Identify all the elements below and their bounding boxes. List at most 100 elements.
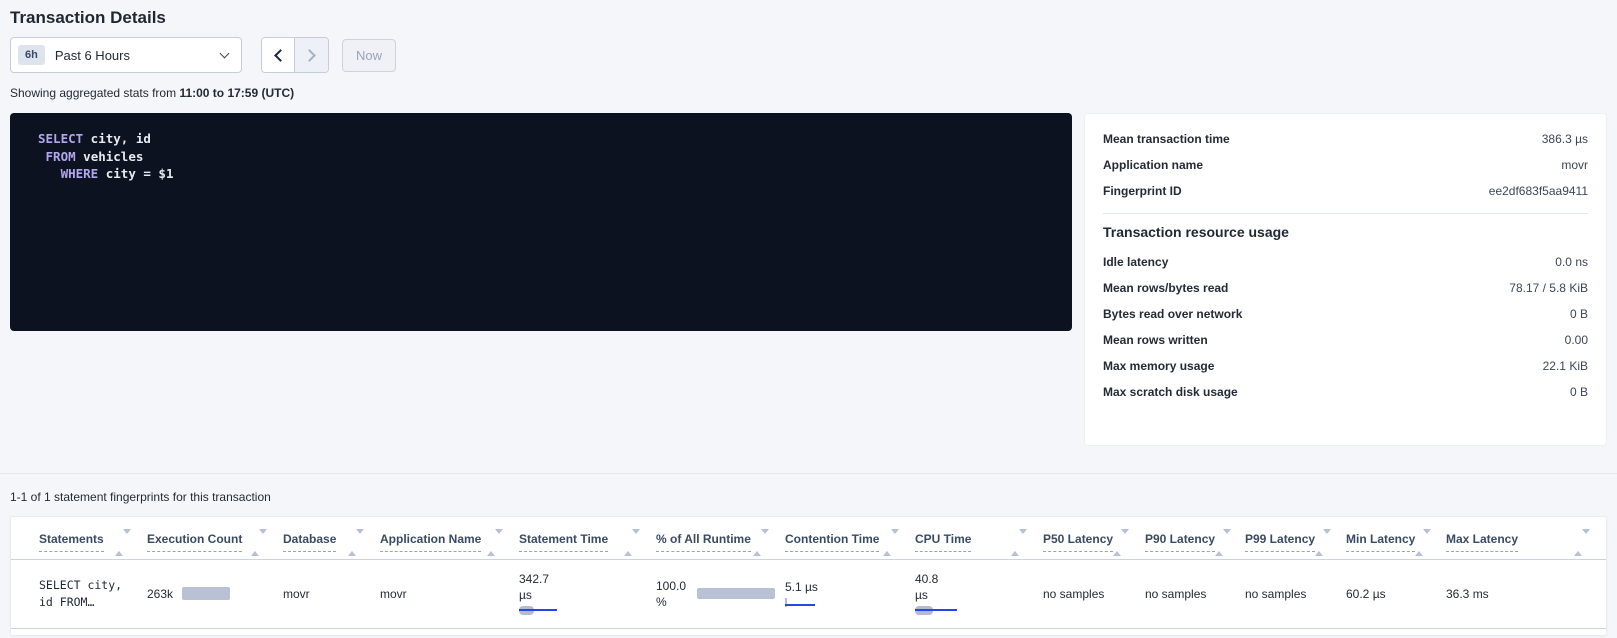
cell-statement-time: 342.7 µs bbox=[519, 560, 656, 629]
resource-row-idle-latency: Idle latency 0.0 ns bbox=[1103, 249, 1588, 275]
sql-line: SELECT city, id bbox=[38, 130, 1056, 148]
column-header-statement-time[interactable]: Statement Time bbox=[519, 517, 656, 560]
column-header-contention-time[interactable]: Contention Time bbox=[785, 517, 915, 560]
column-header-p50-latency[interactable]: P50 Latency bbox=[1043, 517, 1145, 560]
resource-value: 0.0 ns bbox=[1555, 255, 1588, 269]
statement-row: SELECT city, id FROM… 263k movr movr 342… bbox=[11, 560, 1606, 629]
aggregation-range-text: Showing aggregated stats from 11:00 to 1… bbox=[10, 86, 1607, 100]
percent-runtime-bar bbox=[697, 588, 775, 599]
resource-row-mean-rows-written: Mean rows written 0.00 bbox=[1103, 327, 1588, 353]
statements-table: Statements Execution Count Database Appl… bbox=[11, 517, 1606, 629]
resource-value: 0.00 bbox=[1565, 333, 1588, 347]
table-header-row: Statements Execution Count Database Appl… bbox=[11, 517, 1606, 560]
statements-table-card: Statements Execution Count Database Appl… bbox=[10, 516, 1607, 636]
sort-icon[interactable] bbox=[1415, 534, 1431, 552]
contention-time-bar bbox=[785, 598, 817, 608]
sort-icon[interactable] bbox=[1011, 534, 1027, 552]
column-header-percent-runtime[interactable]: % of All Runtime bbox=[656, 517, 785, 560]
execution-count-value: 263k bbox=[147, 587, 173, 601]
column-header-p90-latency[interactable]: P90 Latency bbox=[1145, 517, 1245, 560]
resource-value: 22.1 KiB bbox=[1543, 359, 1588, 373]
main-content-row: SELECT city, id FROM vehicles WHERE city… bbox=[10, 113, 1607, 446]
cell-statement-fingerprint[interactable]: SELECT city, id FROM… bbox=[11, 560, 147, 629]
page-title: Transaction Details bbox=[10, 0, 1607, 28]
column-header-statements[interactable]: Statements bbox=[11, 517, 147, 560]
resource-label: Max scratch disk usage bbox=[1103, 385, 1238, 399]
resource-label: Mean rows written bbox=[1103, 333, 1208, 347]
statements-count-caption: 1-1 of 1 statement fingerprints for this… bbox=[10, 490, 1607, 504]
time-range-badge: 6h bbox=[18, 45, 45, 65]
resource-row-max-memory-usage: Max memory usage 22.1 KiB bbox=[1103, 353, 1588, 379]
transaction-details-page: Transaction Details 6h Past 6 Hours Now … bbox=[0, 0, 1617, 636]
summary-row-mean-transaction-time: Mean transaction time 386.3 µs bbox=[1103, 126, 1588, 152]
statement-link-line2[interactable]: id FROM… bbox=[39, 594, 137, 611]
resource-value: 0 B bbox=[1570, 385, 1588, 399]
sort-icon[interactable] bbox=[251, 534, 267, 552]
column-header-execution-count[interactable]: Execution Count bbox=[147, 517, 283, 560]
sql-keyword: WHERE bbox=[61, 166, 99, 181]
transaction-summary-panel: Mean transaction time 386.3 µs Applicati… bbox=[1084, 113, 1607, 446]
resource-label: Idle latency bbox=[1103, 255, 1168, 269]
cpu-time-value: 40.8 bbox=[915, 571, 1033, 587]
resource-value: 0 B bbox=[1570, 307, 1588, 321]
sort-icon[interactable] bbox=[883, 534, 899, 552]
sort-icon[interactable] bbox=[1215, 534, 1231, 552]
chevron-down-icon bbox=[220, 48, 230, 58]
sort-icon[interactable] bbox=[624, 534, 640, 552]
column-header-p99-latency[interactable]: P99 Latency bbox=[1245, 517, 1346, 560]
statement-time-bar bbox=[519, 606, 563, 616]
column-header-max-latency[interactable]: Max Latency bbox=[1446, 517, 1606, 560]
aggregation-range-bold: 11:00 to 17:59 (UTC) bbox=[179, 86, 294, 100]
summary-value: 386.3 µs bbox=[1542, 132, 1588, 146]
time-range-dropdown[interactable]: 6h Past 6 Hours bbox=[10, 37, 242, 73]
percent-runtime-value: 100.0 bbox=[656, 578, 686, 594]
column-header-min-latency[interactable]: Min Latency bbox=[1346, 517, 1446, 560]
chevron-left-icon bbox=[274, 49, 287, 62]
cell-execution-count: 263k bbox=[147, 560, 283, 629]
column-header-application-name[interactable]: Application Name bbox=[380, 517, 519, 560]
sql-keyword: SELECT bbox=[38, 131, 83, 146]
sql-line: FROM vehicles bbox=[38, 148, 1056, 166]
sql-keyword: FROM bbox=[46, 149, 76, 164]
percent-runtime-unit: % bbox=[656, 594, 686, 610]
cell-contention-time: 5.1 µs bbox=[785, 560, 915, 629]
summary-row-application-name: Application name movr bbox=[1103, 152, 1588, 178]
resource-row-max-scratch-disk-usage: Max scratch disk usage 0 B bbox=[1103, 379, 1588, 405]
sql-statement-box: SELECT city, id FROM vehicles WHERE city… bbox=[10, 113, 1072, 331]
cell-p50-latency: no samples bbox=[1043, 560, 1145, 629]
statement-link-line1[interactable]: SELECT city, bbox=[39, 577, 137, 594]
contention-time-value: 5.1 µs bbox=[785, 579, 905, 595]
panel-divider bbox=[1103, 213, 1588, 214]
resource-usage-section-title: Transaction resource usage bbox=[1103, 224, 1588, 240]
cell-application-name: movr bbox=[380, 560, 519, 629]
resource-row-mean-rows-bytes-read: Mean rows/bytes read 78.17 / 5.8 KiB bbox=[1103, 275, 1588, 301]
cell-cpu-time: 40.8 µs bbox=[915, 560, 1043, 629]
next-interval-button[interactable] bbox=[295, 38, 328, 72]
time-controls: 6h Past 6 Hours Now bbox=[10, 37, 1607, 73]
section-divider bbox=[0, 473, 1617, 474]
sort-icon[interactable] bbox=[1315, 534, 1331, 552]
now-button[interactable]: Now bbox=[342, 39, 396, 72]
column-header-database[interactable]: Database bbox=[283, 517, 380, 560]
previous-interval-button[interactable] bbox=[262, 38, 295, 72]
time-step-buttons bbox=[261, 37, 329, 73]
sort-icon[interactable] bbox=[348, 534, 364, 552]
chevron-right-icon bbox=[303, 49, 316, 62]
cell-p90-latency: no samples bbox=[1145, 560, 1245, 629]
cpu-time-unit: µs bbox=[915, 587, 1033, 603]
summary-label: Application name bbox=[1103, 158, 1203, 172]
sort-icon[interactable] bbox=[1113, 534, 1129, 552]
cell-p99-latency: no samples bbox=[1245, 560, 1346, 629]
time-range-label: Past 6 Hours bbox=[55, 48, 221, 63]
column-header-cpu-time[interactable]: CPU Time bbox=[915, 517, 1043, 560]
sort-icon[interactable] bbox=[1574, 534, 1590, 552]
sort-icon[interactable] bbox=[753, 534, 769, 552]
resource-row-bytes-read-over-network: Bytes read over network 0 B bbox=[1103, 301, 1588, 327]
sql-line: WHERE city = $1 bbox=[38, 165, 1056, 183]
summary-value: movr bbox=[1561, 158, 1588, 172]
sort-icon[interactable] bbox=[487, 534, 503, 552]
summary-row-fingerprint-id: Fingerprint ID ee2df683f5aa9411 bbox=[1103, 178, 1588, 204]
sort-icon[interactable] bbox=[115, 534, 131, 552]
resource-label: Mean rows/bytes read bbox=[1103, 281, 1228, 295]
resource-label: Bytes read over network bbox=[1103, 307, 1242, 321]
